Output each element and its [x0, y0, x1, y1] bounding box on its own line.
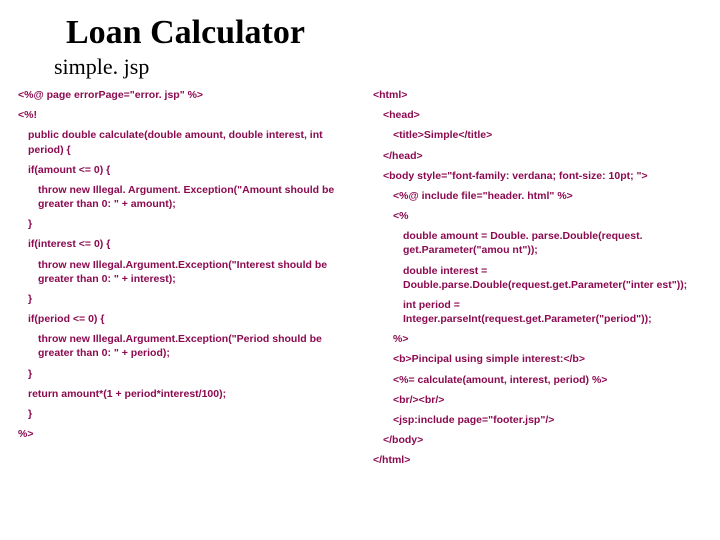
code-line: <jsp:include page="footer.jsp"/>	[373, 413, 700, 427]
code-line: <html>	[373, 88, 700, 102]
code-line: }	[18, 407, 345, 421]
code-line: <%	[373, 209, 700, 223]
code-line: <title>Simple</title>	[373, 128, 700, 142]
code-line: public double calculate(double amount, d…	[18, 128, 345, 156]
code-line: if(interest <= 0) {	[18, 237, 345, 251]
code-line: return amount*(1 + period*interest/100);	[18, 387, 345, 401]
code-line: %>	[18, 427, 345, 441]
left-column: <%@ page errorPage="error. jsp" %> <%! p…	[18, 88, 345, 473]
code-line: if(amount <= 0) {	[18, 163, 345, 177]
code-columns: <%@ page errorPage="error. jsp" %> <%! p…	[18, 88, 700, 473]
code-line: </head>	[373, 149, 700, 163]
code-line: double amount = Double. parse.Double(req…	[373, 229, 700, 257]
page-title: Loan Calculator	[66, 14, 700, 52]
code-line: <%@ page errorPage="error. jsp" %>	[18, 88, 345, 102]
code-line: <%= calculate(amount, interest, period) …	[373, 373, 700, 387]
right-column: <html> <head> <title>Simple</title> </he…	[373, 88, 700, 473]
code-line: double interest = Double.parse.Double(re…	[373, 264, 700, 292]
code-line: </html>	[373, 453, 700, 467]
code-line: throw new Illegal. Argument. Exception("…	[18, 183, 345, 211]
code-line: </body>	[373, 433, 700, 447]
code-line: int period = Integer.parseInt(request.ge…	[373, 298, 700, 326]
page-subtitle: simple. jsp	[54, 54, 700, 80]
code-line: throw new Illegal.Argument.Exception("In…	[18, 258, 345, 286]
code-line: <head>	[373, 108, 700, 122]
code-line: <%!	[18, 108, 345, 122]
code-line: }	[18, 367, 345, 381]
code-line: throw new Illegal.Argument.Exception("Pe…	[18, 332, 345, 360]
code-line: %>	[373, 332, 700, 346]
code-line: if(period <= 0) {	[18, 312, 345, 326]
code-line: <br/><br/>	[373, 393, 700, 407]
code-line: <b>Pincipal using simple interest:</b>	[373, 352, 700, 366]
code-line: <body style="font-family: verdana; font-…	[373, 169, 700, 183]
code-line: }	[18, 292, 345, 306]
code-line: <%@ include file="header. html" %>	[373, 189, 700, 203]
code-line: }	[18, 217, 345, 231]
